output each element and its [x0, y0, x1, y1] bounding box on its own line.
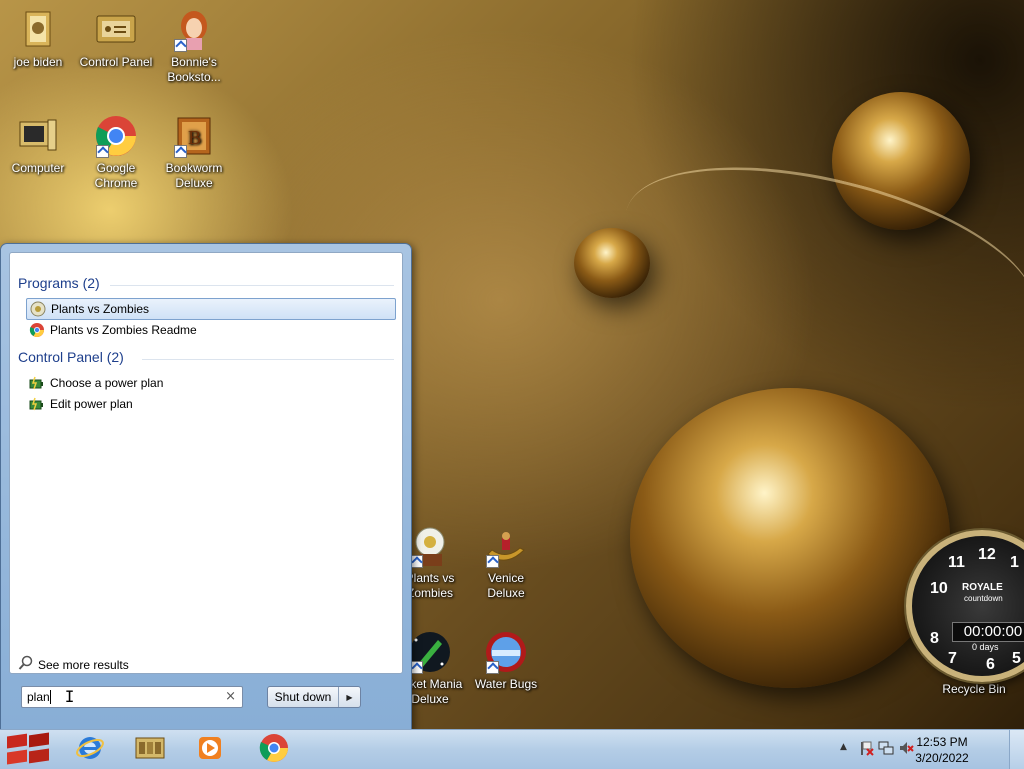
chrome-icon: [259, 733, 289, 766]
desktop-icon-label: Venice Deluxe: [487, 571, 525, 600]
search-results-pane: Programs (2) Plants vs Zombies Plants vs…: [9, 252, 403, 674]
gadget-days: 0 days: [972, 642, 999, 652]
result-item-choose-power-plan[interactable]: Choose a power plan: [26, 373, 394, 393]
bookworm-book-icon: B: [172, 114, 216, 158]
ibeam-cursor-icon: I: [64, 687, 75, 706]
clock-time: 12:53 PM: [916, 735, 968, 749]
result-item-edit-power-plan[interactable]: Edit power plan: [26, 394, 394, 414]
desktop-icon-label: Bonnie's Booksto...: [167, 55, 221, 84]
desktop-icon-bonnies-bookstore[interactable]: Bonnie's Booksto...: [156, 8, 232, 85]
desktop-icon-label: joe biden: [13, 55, 63, 69]
system-tray: ▲ 12:53 PM 3/20/2022: [834, 730, 1024, 769]
search-input[interactable]: plan I ×: [21, 686, 243, 708]
bonnie-character-icon: [172, 8, 216, 52]
gadget-time: 00:00:00: [952, 622, 1024, 642]
gadget-subtitle: countdown: [964, 594, 1003, 603]
gadget-number: 7: [948, 650, 957, 667]
gondola-icon: [484, 524, 528, 568]
shortcut-arrow-icon: [486, 661, 499, 674]
desktop-icon-venice-deluxe[interactable]: Venice Deluxe: [468, 524, 544, 601]
result-item-plants-vs-zombies[interactable]: Plants vs Zombies: [26, 298, 396, 320]
wallpaper-sphere-large: [630, 388, 950, 688]
gadget-number: 11: [948, 554, 965, 571]
gadget-number: 5: [1012, 650, 1021, 667]
chrome-icon: [94, 114, 138, 158]
shortcut-arrow-icon: [174, 145, 187, 158]
taskbar-google-chrome[interactable]: [248, 732, 300, 766]
computer-icon: [16, 114, 60, 158]
start-orb-button[interactable]: [0, 732, 56, 766]
shutdown-label: Shut down: [268, 687, 339, 707]
desktop-icon-google-chrome[interactable]: Google Chrome: [78, 114, 154, 191]
media-player-icon: [196, 734, 224, 765]
sunflower-icon: [30, 301, 46, 317]
taskbar: ▲ 12:53 PM 3/20/2022: [0, 729, 1024, 769]
desktop-icon-bookworm-deluxe[interactable]: B Bookworm Deluxe: [156, 114, 232, 191]
group-header-control-panel: Control Panel (2): [18, 349, 124, 365]
water-bugs-icon: [484, 630, 528, 674]
search-input-value: plan: [27, 690, 50, 704]
taskbar-media-player[interactable]: [184, 732, 236, 766]
gadget-number: 6: [986, 656, 995, 673]
sunflower-icon: [408, 524, 452, 568]
taskbar-internet-explorer[interactable]: [64, 732, 116, 766]
show-desktop-button[interactable]: [1009, 730, 1024, 769]
shortcut-arrow-icon: [96, 145, 109, 158]
magnifier-icon: [18, 655, 34, 674]
desktop-icon-label: Water Bugs: [474, 677, 538, 691]
clear-search-icon[interactable]: ×: [225, 689, 236, 704]
internet-explorer-icon: [75, 733, 105, 766]
taskbar-clock[interactable]: 12:53 PM 3/20/2022: [912, 734, 972, 766]
shutdown-button[interactable]: Shut down ▶: [267, 686, 361, 708]
desktop-icon-computer[interactable]: Computer: [0, 114, 76, 176]
chrome-icon: [29, 322, 45, 338]
power-plan-icon: [29, 375, 45, 391]
desktop-icon-control-panel[interactable]: Control Panel: [78, 8, 154, 70]
desktop-icon-label: Control Panel: [79, 55, 153, 69]
result-item-label: Choose a power plan: [50, 376, 164, 390]
text-caret: [49, 690, 51, 704]
power-plan-icon: [29, 396, 45, 412]
start-menu-bottom-bar: plan I × Shut down ▶: [9, 676, 403, 722]
divider: [142, 359, 394, 360]
result-item-plants-vs-zombies-readme[interactable]: Plants vs Zombies Readme: [26, 320, 394, 340]
see-more-results-link[interactable]: See more results: [18, 655, 129, 674]
gadget-number: 12: [978, 546, 996, 563]
desktop-icon-label: Computer: [11, 161, 65, 175]
desktop-icon-label: Recycle Bin: [942, 682, 1006, 696]
gadget-number: 8: [930, 630, 939, 647]
result-item-label: Edit power plan: [50, 397, 133, 411]
svg-text:B: B: [188, 127, 201, 149]
gadget-number: 1: [1010, 554, 1019, 571]
divider: [110, 285, 394, 286]
start-menu: Programs (2) Plants vs Zombies Plants vs…: [0, 243, 412, 731]
library-folder-icon: [134, 734, 166, 765]
see-more-label: See more results: [38, 657, 129, 672]
clock-date: 3/20/2022: [915, 751, 969, 765]
shortcut-arrow-icon: [486, 555, 499, 568]
result-item-label: Plants vs Zombies Readme: [50, 323, 197, 337]
desktop-icon-recycle-bin[interactable]: Recycle Bin: [936, 682, 1012, 697]
desktop-icon-label: Bookworm Deluxe: [165, 161, 223, 190]
network-icon[interactable]: [878, 740, 894, 759]
group-header-programs: Programs (2): [18, 275, 100, 291]
rocket-icon: [408, 630, 452, 674]
taskbar-file-explorer[interactable]: [124, 732, 176, 766]
action-center-flag-icon[interactable]: [858, 740, 874, 759]
control-panel-icon: [94, 8, 138, 52]
user-folder-icon: [16, 8, 60, 52]
desktop-icon-label: Google Chrome: [94, 161, 138, 190]
desktop-icon-joe-biden[interactable]: joe biden: [0, 8, 76, 70]
shortcut-arrow-icon: [174, 39, 187, 52]
gadget-brand: ROYALE: [962, 582, 1003, 593]
shutdown-options-arrow-icon[interactable]: ▶: [339, 693, 360, 702]
result-item-label: Plants vs Zombies: [51, 302, 150, 316]
gadget-number: 10: [930, 580, 948, 597]
show-hidden-icons-chevron-icon[interactable]: ▲: [840, 742, 847, 752]
desktop-icon-water-bugs[interactable]: Water Bugs: [468, 630, 544, 692]
